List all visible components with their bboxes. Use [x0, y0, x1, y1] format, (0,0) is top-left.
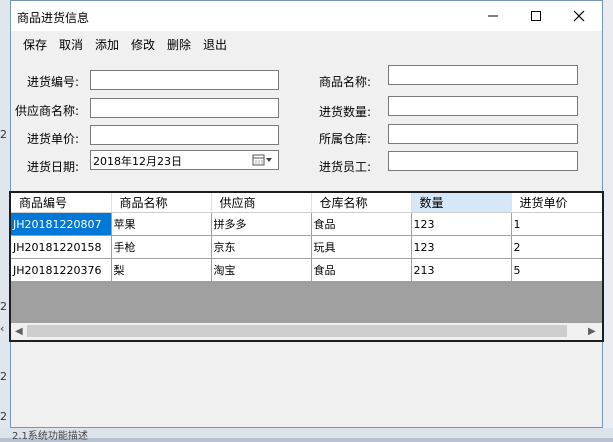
calendar-dropdown-icon[interactable]	[252, 153, 274, 170]
purchase-grid[interactable]: 商品编号 商品名称 供应商 仓库名称 数量 进货单价 JH20181220807…	[9, 191, 604, 342]
bg-bottom-text: 2.1系统功能描述	[12, 431, 88, 442]
quantity-input[interactable]	[388, 96, 578, 116]
horizontal-scrollbar[interactable]: ◀ ▶	[11, 323, 602, 340]
menu-exit[interactable]: 退出	[203, 36, 227, 53]
warehouse-label: 所属仓库:	[319, 132, 372, 146]
scroll-left-icon[interactable]: ◀	[15, 326, 23, 337]
bg-fragment: 2	[0, 410, 7, 423]
name-input[interactable]	[388, 65, 578, 85]
window-title: 商品进货信息	[17, 11, 90, 25]
name-label: 商品名称:	[319, 75, 372, 89]
grid-cell[interactable]: 淘宝	[211, 258, 312, 282]
title-bar: 商品进货信息	[11, 1, 602, 31]
grid-cell[interactable]: JH20181220807	[11, 212, 112, 236]
minimize-icon	[488, 15, 498, 17]
quantity-label: 进货数量:	[319, 105, 372, 119]
menu-bar: 保存 取消 添加 修改 删除 退出	[11, 33, 602, 55]
close-button[interactable]	[559, 4, 599, 28]
grid-cell[interactable]: 5	[511, 258, 602, 282]
grid-cell[interactable]: 食品	[311, 258, 412, 282]
grid-cell[interactable]: JH20181220376	[11, 258, 112, 282]
bg-fragment: 2	[0, 128, 7, 141]
menu-add[interactable]: 添加	[95, 36, 119, 53]
price-input[interactable]	[90, 125, 279, 145]
background-app-bottom: 2.1系统功能描述	[0, 428, 613, 442]
code-label: 进货编号:	[27, 75, 80, 89]
grid-cell[interactable]: 213	[411, 258, 512, 282]
maximize-icon	[531, 11, 541, 21]
purchase-info-window: 商品进货信息 保存 取消 添加 修改 删除 退出 进货编号: 供应商名称: 进货…	[9, 0, 604, 428]
staff-label: 进货员工:	[319, 160, 372, 174]
grid-cell[interactable]: 玩具	[311, 235, 412, 259]
date-picker[interactable]: 2018年12月23日	[90, 150, 279, 170]
close-icon	[573, 10, 585, 22]
col-header-name[interactable]: 商品名称	[111, 193, 212, 213]
scrollbar-thumb[interactable]	[27, 325, 567, 337]
bg-fragment: 2	[0, 300, 7, 313]
grid-cell[interactable]: JH20181220158	[11, 235, 112, 259]
supplier-input[interactable]	[90, 98, 279, 118]
minimize-button[interactable]	[473, 4, 513, 28]
warehouse-input[interactable]	[388, 124, 578, 144]
bg-fragment: 2	[0, 370, 7, 383]
staff-input[interactable]	[388, 151, 578, 171]
table-row[interactable]: JH20181220158 手枪 京东 玩具 123 2	[11, 235, 602, 259]
date-value: 2018年12月23日	[93, 155, 182, 168]
grid-cell[interactable]: 2	[511, 235, 602, 259]
grid-cell[interactable]: 京东	[211, 235, 312, 259]
col-header-price[interactable]: 进货单价	[511, 193, 602, 213]
grid-cell[interactable]: 梨	[111, 258, 212, 282]
scroll-right-icon[interactable]: ▶	[588, 326, 596, 337]
grid-cell[interactable]: 苹果	[111, 212, 212, 236]
price-label: 进货单价:	[27, 132, 80, 146]
menu-save[interactable]: 保存	[23, 36, 47, 53]
col-header-supplier[interactable]: 供应商	[211, 193, 312, 213]
table-row[interactable]: JH20181220807 苹果 拼多多 食品 123 1	[11, 212, 602, 236]
menu-edit[interactable]: 修改	[131, 36, 155, 53]
grid-table: 商品编号 商品名称 供应商 仓库名称 数量 进货单价 JH20181220807…	[11, 193, 602, 282]
supplier-label: 供应商名称:	[15, 104, 80, 118]
grid-cell[interactable]: 123	[411, 235, 512, 259]
grid-cell[interactable]: 1	[511, 212, 602, 236]
menu-cancel[interactable]: 取消	[59, 36, 83, 53]
code-input[interactable]	[90, 70, 279, 90]
table-row[interactable]: JH20181220376 梨 淘宝 食品 213 5	[11, 258, 602, 282]
date-label: 进货日期:	[27, 160, 80, 174]
maximize-button[interactable]	[516, 4, 556, 28]
col-header-code[interactable]: 商品编号	[11, 193, 112, 213]
background-app-right	[603, 0, 613, 438]
col-header-quantity[interactable]: 数量	[411, 193, 512, 213]
menu-delete[interactable]: 删除	[167, 36, 191, 53]
grid-cell[interactable]: 食品	[311, 212, 412, 236]
grid-header-row: 商品编号 商品名称 供应商 仓库名称 数量 进货单价	[11, 193, 602, 213]
bg-fragment: ‹	[0, 322, 5, 335]
grid-cell[interactable]: 手枪	[111, 235, 212, 259]
col-header-warehouse[interactable]: 仓库名称	[311, 193, 412, 213]
grid-cell[interactable]: 拼多多	[211, 212, 312, 236]
grid-cell[interactable]: 123	[411, 212, 512, 236]
